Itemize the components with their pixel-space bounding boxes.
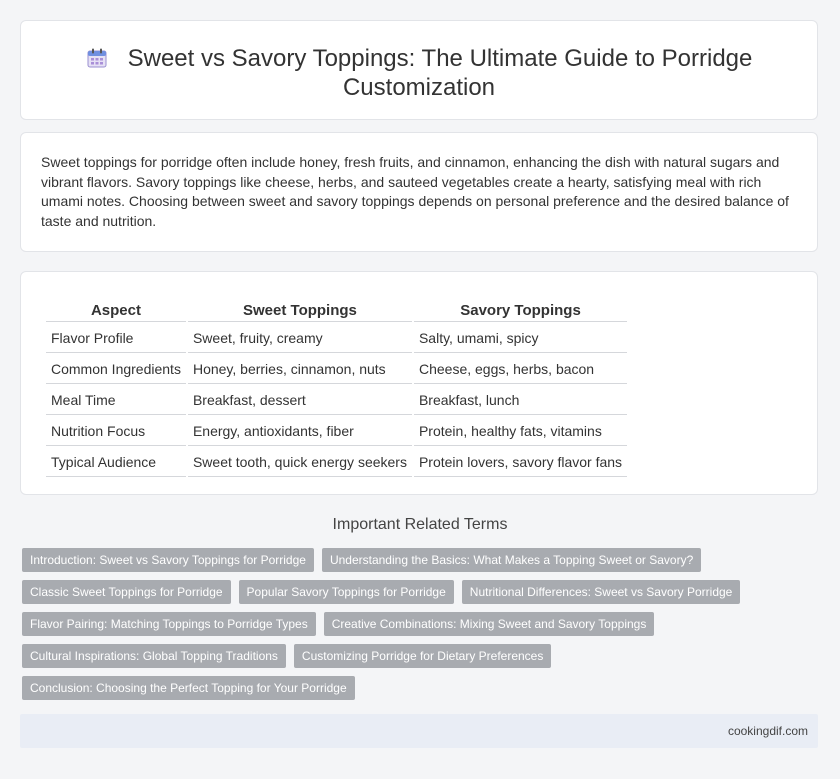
page-title-text: Sweet vs Savory Toppings: The Ultimate G… (127, 45, 753, 101)
related-term-tag[interactable]: Introduction: Sweet vs Savory Toppings f… (22, 548, 314, 572)
table-cell: Protein, healthy fats, vitamins (413, 417, 628, 446)
page-title: Sweet vs Savory Toppings: The Ultimate G… (21, 21, 817, 102)
column-header-sweet: Sweet Toppings (187, 299, 412, 322)
table-cell: Breakfast, dessert (187, 386, 412, 415)
related-terms-title: Important Related Terms (332, 516, 508, 533)
table-row: Nutrition Focus Energy, antioxidants, fi… (46, 417, 628, 446)
related-term-tag[interactable]: Nutritional Differences: Sweet vs Savory… (461, 580, 741, 604)
table-row: Meal Time Breakfast, dessert Breakfast, … (46, 386, 628, 415)
calendar-icon (86, 47, 108, 69)
table-cell: Common Ingredients (46, 355, 186, 384)
table-cell: Energy, antioxidants, fiber (187, 417, 412, 446)
table-cell: Protein lovers, savory flavor fans (413, 448, 628, 477)
related-term-tag[interactable]: Creative Combinations: Mixing Sweet and … (323, 612, 655, 636)
table-cell: Flavor Profile (46, 324, 186, 353)
table-cell: Nutrition Focus (46, 417, 186, 446)
related-term-tag[interactable]: Cultural Inspirations: Global Topping Tr… (22, 644, 286, 668)
footer: cookingdif.com (20, 714, 818, 748)
related-terms-list: Introduction: Sweet vs Savory Toppings f… (22, 548, 752, 700)
intro-card: Sweet toppings for porridge often includ… (20, 132, 818, 252)
column-header-savory: Savory Toppings (413, 299, 628, 322)
table-cell: Breakfast, lunch (413, 386, 628, 415)
table-cell: Sweet, fruity, creamy (187, 324, 412, 353)
related-term-tag[interactable]: Popular Savory Toppings for Porridge (238, 580, 454, 604)
table-cell: Meal Time (46, 386, 186, 415)
header-card: Sweet vs Savory Toppings: The Ultimate G… (20, 20, 818, 120)
table-cell: Honey, berries, cinnamon, nuts (187, 355, 412, 384)
related-term-tag[interactable]: Understanding the Basics: What Makes a T… (321, 548, 702, 572)
column-header-aspect: Aspect (46, 299, 186, 322)
intro-paragraph: Sweet toppings for porridge often includ… (41, 154, 789, 229)
table-row: Typical Audience Sweet tooth, quick ener… (46, 448, 628, 477)
table-header-row: Aspect Sweet Toppings Savory Toppings (46, 299, 628, 322)
related-term-tag[interactable]: Flavor Pairing: Matching Toppings to Por… (22, 612, 316, 636)
comparison-card: Aspect Sweet Toppings Savory Toppings Fl… (20, 271, 818, 495)
footer-site-link[interactable]: cookingdif.com (728, 724, 808, 738)
related-term-tag[interactable]: Classic Sweet Toppings for Porridge (22, 580, 231, 604)
related-term-tag[interactable]: Customizing Porridge for Dietary Prefere… (293, 644, 552, 668)
table-cell: Sweet tooth, quick energy seekers (187, 448, 412, 477)
table-cell: Cheese, eggs, herbs, bacon (413, 355, 628, 384)
table-row: Common Ingredients Honey, berries, cinna… (46, 355, 628, 384)
table-cell: Typical Audience (46, 448, 186, 477)
table-row: Flavor Profile Sweet, fruity, creamy Sal… (46, 324, 628, 353)
related-term-tag[interactable]: Conclusion: Choosing the Perfect Topping… (22, 676, 355, 700)
comparison-table: Aspect Sweet Toppings Savory Toppings Fl… (44, 297, 629, 479)
table-cell: Salty, umami, spicy (413, 324, 628, 353)
